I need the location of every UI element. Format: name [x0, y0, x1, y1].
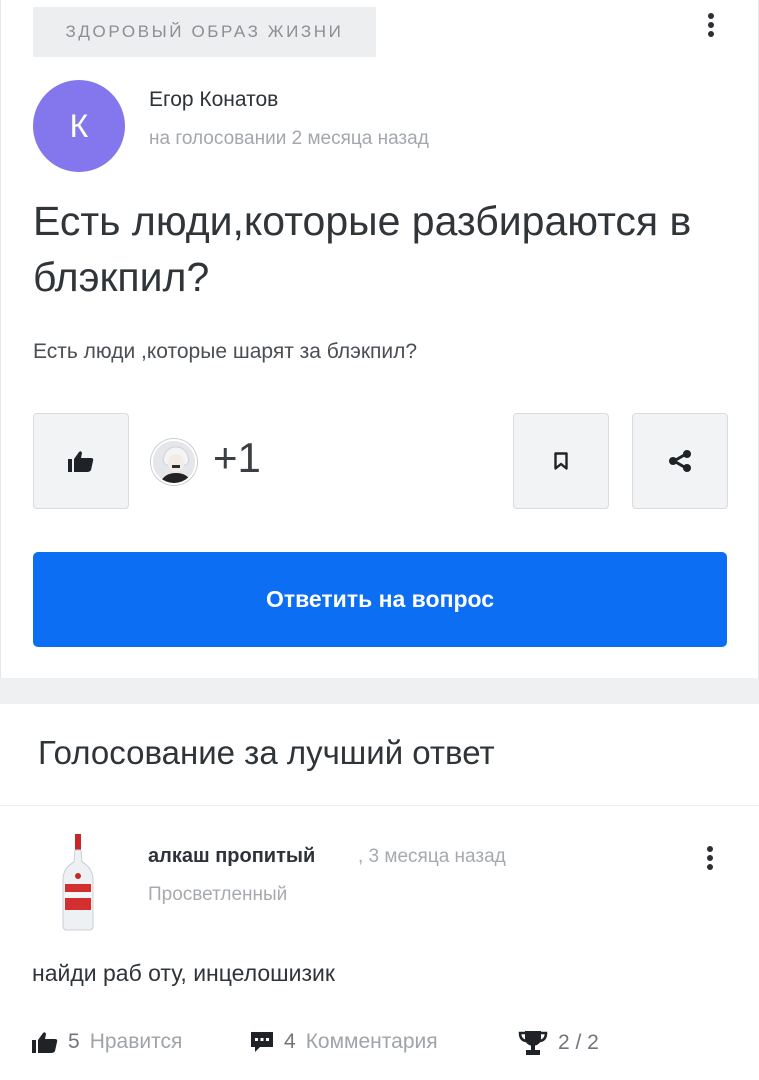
- answer-votes[interactable]: 2 / 2: [518, 1030, 599, 1056]
- likes-count: 5: [68, 1030, 80, 1053]
- best-answer-vote-title: Голосование за лучший ответ: [38, 734, 495, 771]
- answer-menu-icon[interactable]: [700, 841, 720, 875]
- share-button[interactable]: [632, 413, 728, 509]
- comments-label: Комментария: [305, 1030, 438, 1053]
- votes-count: 2 / 2: [558, 1031, 599, 1054]
- answer-text: найди раб оту, инцелошизик: [32, 960, 335, 986]
- answer-like-button[interactable]: 5 Нравится: [32, 1030, 182, 1054]
- category-badge[interactable]: Здоровый образ жизни: [33, 7, 376, 57]
- thumbs-up-icon: [68, 451, 94, 472]
- answer-comments-button[interactable]: 4 Комментария: [250, 1030, 438, 1054]
- bookmark-button[interactable]: [513, 413, 609, 509]
- answer-question-button[interactable]: Ответить на вопрос: [33, 552, 727, 647]
- question-card: Здоровый образ жизни К Егор Конатов на г…: [0, 0, 759, 678]
- liker-avatar[interactable]: [151, 439, 197, 485]
- like-button[interactable]: [33, 413, 129, 509]
- comments-count: 4: [284, 1030, 296, 1053]
- question-meta: на голосовании 2 месяца назад: [149, 128, 429, 149]
- likes-label: Нравится: [89, 1030, 183, 1053]
- trophy-icon: [518, 1031, 548, 1055]
- author-avatar[interactable]: К: [33, 80, 125, 172]
- likers-count[interactable]: +1: [213, 434, 261, 482]
- divider: [0, 805, 759, 806]
- share-icon: [669, 450, 691, 472]
- bookmark-icon: [554, 452, 568, 470]
- author-name[interactable]: Егор Конатов: [149, 88, 278, 112]
- answer-author-name[interactable]: алкаш пропитый: [148, 845, 315, 868]
- answer-author-rank: Просветленный: [148, 884, 288, 905]
- answer-time: , 3 месяца назад: [358, 846, 506, 867]
- question-body: Есть люди ,которые шарят за блэкпил?: [33, 340, 418, 363]
- question-title: Есть люди,которые разбираются в блэкпил?: [33, 198, 692, 300]
- question-menu-icon[interactable]: [701, 8, 721, 42]
- thumbs-up-icon: [32, 1032, 58, 1053]
- section-separator: [0, 678, 759, 704]
- answer-author-avatar[interactable]: [55, 832, 101, 932]
- comment-icon: [251, 1032, 273, 1052]
